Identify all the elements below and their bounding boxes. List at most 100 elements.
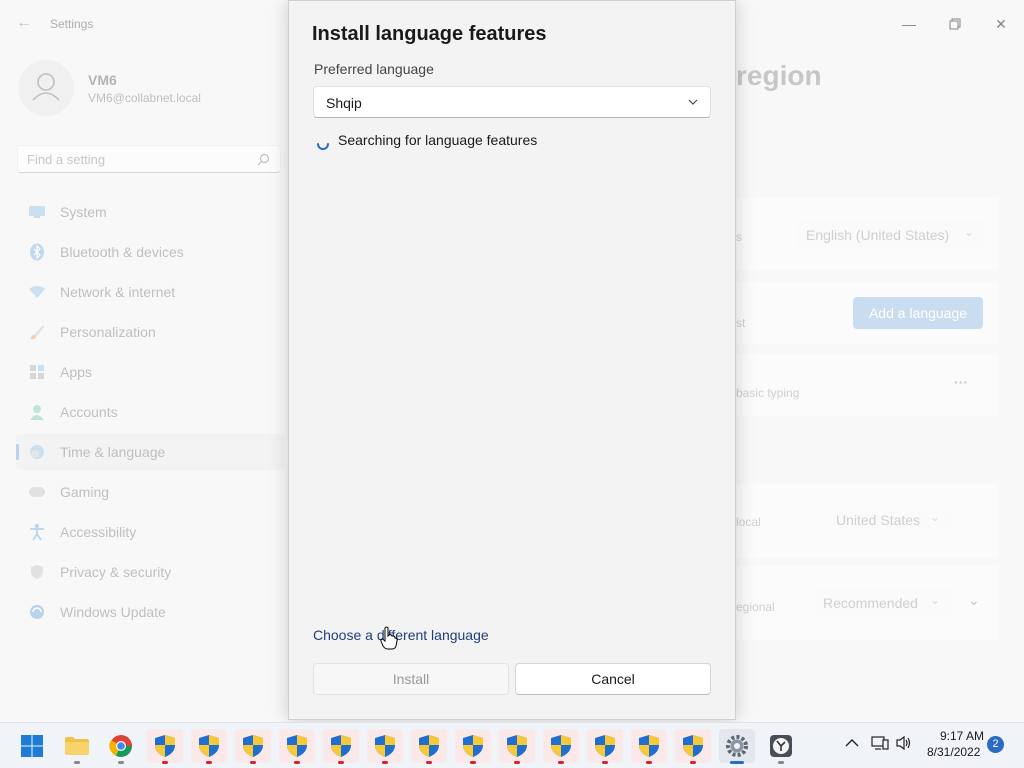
sidebar-item-apps[interactable]: Apps <box>16 354 284 390</box>
taskbar-chrome[interactable] <box>103 729 139 764</box>
display-language-card: s English (United States) ⌄ <box>736 198 998 270</box>
sidebar-item-accounts[interactable]: Accounts <box>16 394 284 430</box>
running-indicator <box>74 761 80 764</box>
chevron-down-icon: ⌄ <box>930 510 941 524</box>
app-title: Settings <box>50 17 94 31</box>
taskbar-admin-app-8[interactable] <box>455 729 491 764</box>
apps-icon <box>28 363 46 381</box>
search-input[interactable]: Find a setting <box>17 145 281 173</box>
regional-format-label: egional <box>736 600 775 614</box>
taskbar-admin-app-11[interactable] <box>587 729 623 764</box>
clock-date[interactable]: 8/31/2022 <box>927 745 980 759</box>
search-icon <box>257 153 270 166</box>
choose-different-language-link[interactable]: Choose a different language <box>313 627 489 643</box>
country-dropdown[interactable]: United States ⌄ <box>826 505 952 535</box>
user-email: VM6@collabnet.local <box>88 91 201 105</box>
taskbar-admin-app-12[interactable] <box>631 729 667 764</box>
sidebar-item-label: Apps <box>60 364 92 380</box>
taskbar-clock-app[interactable] <box>763 729 799 764</box>
sidebar-item-gaming[interactable]: Gaming <box>16 474 284 510</box>
taskbar-admin-app-4[interactable] <box>279 729 315 764</box>
country-region-card: local United States ⌄ <box>736 484 998 558</box>
uac-shield-icon <box>287 735 307 757</box>
network-icon[interactable] <box>871 735 889 751</box>
close-button[interactable]: ✕ <box>978 8 1024 40</box>
sidebar-item-system[interactable]: System <box>16 194 284 230</box>
hand-cursor-icon <box>380 626 398 650</box>
taskbar-settings[interactable] <box>719 729 755 764</box>
user-name: VM6 <box>88 72 117 88</box>
sidebar-item-time-language[interactable]: Time & language <box>16 434 284 470</box>
chevron-up-icon[interactable] <box>845 738 859 748</box>
language-row-card[interactable]: basic typing ··· <box>736 354 998 416</box>
taskbar-admin-app-2[interactable] <box>191 729 227 764</box>
taskbar-file-explorer[interactable] <box>59 729 95 764</box>
running-indicator <box>730 761 744 764</box>
regional-format-dropdown[interactable]: Recommended ⌄ <box>814 588 952 618</box>
sidebar-item-bluetooth[interactable]: Bluetooth & devices <box>16 234 284 270</box>
taskbar-admin-app-1[interactable] <box>147 729 183 764</box>
add-language-button[interactable]: Add a language <box>853 297 983 329</box>
running-indicator <box>470 761 476 764</box>
running-indicator <box>118 761 124 764</box>
running-indicator <box>206 761 212 764</box>
sidebar-item-windows-update[interactable]: Windows Update <box>16 594 284 630</box>
uac-shield-icon <box>243 735 263 757</box>
avatar[interactable] <box>18 60 74 116</box>
running-indicator <box>382 761 388 764</box>
maximize-button[interactable] <box>932 8 978 40</box>
sidebar-item-accessibility[interactable]: Accessibility <box>16 514 284 550</box>
wifi-icon <box>28 283 46 301</box>
taskbar-admin-app-10[interactable] <box>543 729 579 764</box>
sidebar-item-label: Privacy & security <box>60 564 172 580</box>
chevron-down-icon: ⌄ <box>964 225 975 239</box>
person-icon <box>32 73 60 101</box>
gear-icon <box>726 735 748 757</box>
uac-shield-icon <box>199 735 219 757</box>
taskbar-admin-app-6[interactable] <box>367 729 403 764</box>
sidebar-nav: System Bluetooth & devices Network & int… <box>16 194 284 634</box>
notification-badge[interactable]: 2 <box>987 736 1004 753</box>
display-language-value: English (United States) <box>806 227 950 243</box>
sidebar-item-label: Time & language <box>60 444 166 460</box>
globe-clock-icon <box>28 443 46 461</box>
sidebar-item-privacy[interactable]: Privacy & security <box>16 554 284 590</box>
taskbar-admin-app-7[interactable] <box>411 729 447 764</box>
search-status-text: Searching for language features <box>338 132 538 148</box>
display-language-dropdown[interactable]: English (United States) ⌄ <box>796 220 986 250</box>
cancel-button[interactable]: Cancel <box>515 663 711 695</box>
sidebar-item-label: Accessibility <box>60 524 137 540</box>
minimize-button[interactable]: — <box>886 8 932 40</box>
expand-chevron-icon[interactable]: ⌄ <box>968 592 980 609</box>
uac-shield-icon <box>331 735 351 757</box>
sidebar-item-label: Gaming <box>60 484 110 500</box>
uac-shield-icon <box>639 735 659 757</box>
clock-time[interactable]: 9:17 AM <box>940 729 984 743</box>
page-title: region <box>736 60 822 91</box>
install-button[interactable]: Install <box>313 663 509 695</box>
sidebar-item-label: Bluetooth & devices <box>60 244 184 260</box>
taskbar-admin-app-5[interactable] <box>323 729 359 764</box>
preferred-language-label: Preferred language <box>314 61 434 77</box>
sidebar-item-network[interactable]: Network & internet <box>16 274 284 310</box>
chevron-down-icon: ⌄ <box>930 593 941 607</box>
start-button[interactable] <box>14 729 50 763</box>
brush-icon <box>28 323 46 341</box>
volume-icon[interactable] <box>895 735 913 751</box>
sidebar-item-personalization[interactable]: Personalization <box>16 314 284 350</box>
display-language-label: s <box>736 230 742 244</box>
gamepad-icon <box>28 483 46 501</box>
taskbar <box>0 722 1024 768</box>
more-options-button[interactable]: ··· <box>954 374 968 390</box>
taskbar-admin-app-3[interactable] <box>235 729 271 764</box>
running-indicator <box>250 761 256 764</box>
loading-spinner-icon <box>317 143 329 150</box>
taskbar-admin-app-9[interactable] <box>499 729 535 764</box>
taskbar-admin-app-13[interactable] <box>675 729 711 764</box>
uac-shield-icon <box>683 735 703 757</box>
back-arrow-icon[interactable]: ← <box>16 14 32 32</box>
running-indicator <box>162 761 168 764</box>
preferred-language-dropdown[interactable]: Shqip <box>313 86 711 118</box>
uac-shield-icon <box>463 735 483 757</box>
sidebar-item-label: Windows Update <box>60 604 166 620</box>
